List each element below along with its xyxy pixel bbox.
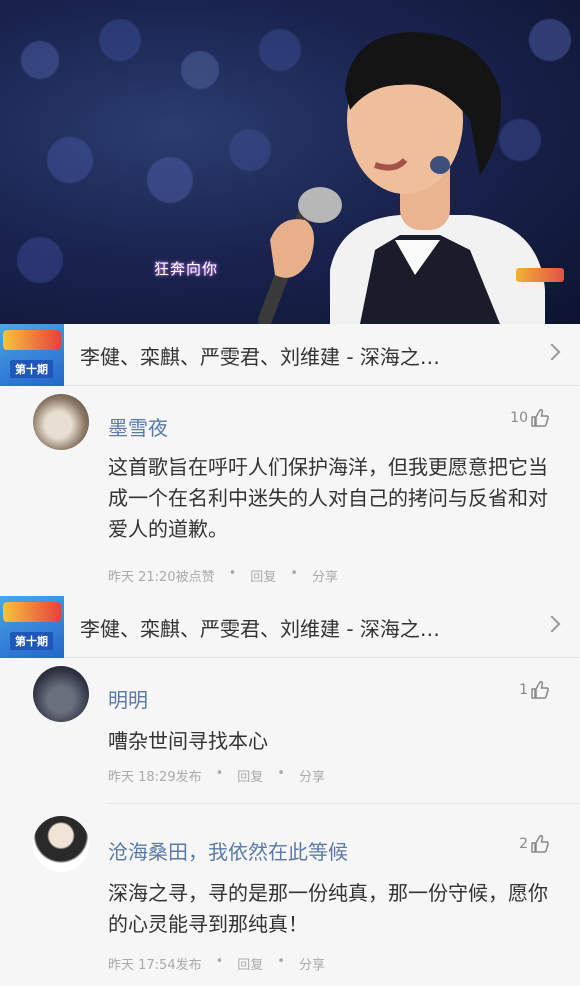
episode-label: 第十期 xyxy=(10,360,53,378)
comment-text: 深海之寻，寻的是那一份纯真，那一份守候，愿你的心灵能寻到那纯真！ xyxy=(108,881,548,936)
thumbs-up-icon xyxy=(530,834,550,854)
reply-button[interactable]: 回复 xyxy=(237,954,263,973)
divider xyxy=(108,803,580,804)
video-player[interactable]: 狂奔向你 xyxy=(0,0,580,324)
share-button[interactable]: 分享 xyxy=(299,954,325,973)
song-thumbnail: 第十期 xyxy=(0,324,64,386)
like-button[interactable]: 1 xyxy=(519,680,550,700)
thumbs-up-icon xyxy=(530,408,550,428)
thumbs-up-icon xyxy=(530,680,550,700)
like-count: 10 xyxy=(510,410,528,426)
reply-button[interactable]: 回复 xyxy=(250,566,276,585)
comment-time: 昨天 18:29发布 xyxy=(108,770,202,785)
user-avatar[interactable] xyxy=(33,666,89,722)
comment-time: 昨天 17:54发布 xyxy=(108,958,202,973)
like-button[interactable]: 10 xyxy=(510,408,550,428)
like-count: 1 xyxy=(519,682,528,698)
song-link-row[interactable]: 第十期 李健、栾麒、严雯君、刘维建 - 深海之… xyxy=(0,324,580,386)
comment-meta: 昨天 18:29发布 • 回复 • 分享 xyxy=(108,766,325,785)
comment-time: 昨天 21:20被点赞 xyxy=(108,570,215,585)
like-button[interactable]: 2 xyxy=(519,834,550,854)
comment-item: 明明 1 嘈杂世间寻找本心 昨天 18:29发布 • 回复 • 分享 xyxy=(0,658,580,804)
show-logo xyxy=(3,330,61,350)
chevron-right-icon xyxy=(543,343,561,361)
comment-text: 这首歌旨在呼吁人们保护海洋，但我更愿意把它当成一个在名利中迷失的人对自己的拷问与… xyxy=(108,455,548,541)
song-link-row[interactable]: 第十期 李健、栾麒、严雯君、刘维建 - 深海之… xyxy=(0,596,580,658)
comment-username[interactable]: 明明 xyxy=(108,684,148,713)
user-avatar[interactable] xyxy=(33,394,89,450)
like-count: 2 xyxy=(519,836,528,852)
episode-label: 第十期 xyxy=(10,632,53,650)
share-button[interactable]: 分享 xyxy=(312,566,338,585)
comment-meta: 昨天 21:20被点赞 • 回复 • 分享 xyxy=(108,566,338,585)
lyric-subtitle: 狂奔向你 xyxy=(154,260,219,278)
song-title: 李健、栾麒、严雯君、刘维建 - 深海之… xyxy=(80,617,440,641)
reply-button[interactable]: 回复 xyxy=(237,766,263,785)
comment-username[interactable]: 墨雪夜 xyxy=(108,412,168,441)
comment-item: 沧海桑田，我依然在此等候 2 深海之寻，寻的是那一份纯真，那一份守候，愿你的心灵… xyxy=(0,806,580,986)
chevron-right-icon xyxy=(543,615,561,633)
comment-username[interactable]: 沧海桑田，我依然在此等候 xyxy=(108,836,348,865)
comment-text: 嘈杂世间寻找本心 xyxy=(108,729,268,753)
comment-item: 墨雪夜 10 这首歌旨在呼吁人们保护海洋，但我更愿意把它当成一个在名利中迷失的人… xyxy=(0,386,580,596)
share-button[interactable]: 分享 xyxy=(299,766,325,785)
song-thumbnail: 第十期 xyxy=(0,596,64,658)
comment-meta: 昨天 17:54发布 • 回复 • 分享 xyxy=(108,954,325,973)
show-logo xyxy=(3,602,61,622)
singer-image xyxy=(258,32,545,324)
user-avatar[interactable] xyxy=(33,816,89,872)
show-logo-watermark xyxy=(516,268,564,282)
song-title: 李健、栾麒、严雯君、刘维建 - 深海之… xyxy=(80,345,440,369)
